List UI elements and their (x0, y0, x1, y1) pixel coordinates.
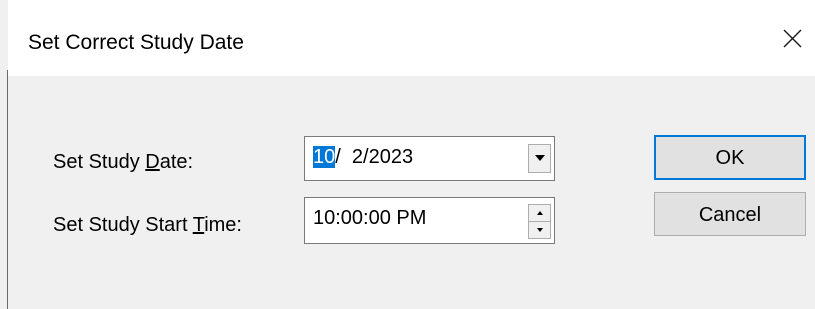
study-start-time-value[interactable]: 10:00:00 PM (313, 207, 426, 230)
spin-up-icon (537, 211, 543, 215)
chevron-down-icon (535, 155, 545, 161)
time-spin-up-button[interactable] (528, 204, 551, 222)
close-button[interactable] (769, 18, 815, 60)
cancel-button[interactable]: Cancel (654, 192, 806, 236)
date-dropdown-button[interactable] (528, 144, 551, 173)
study-date-label: Set Study Date: (53, 151, 194, 173)
time-spin-down-button[interactable] (528, 221, 551, 239)
study-start-time-field[interactable]: 10:00:00 PM (304, 197, 555, 244)
date-rest-segment[interactable]: / 2/2023 (335, 146, 413, 168)
dialog-title: Set Correct Study Date (28, 31, 244, 54)
window-edge (7, 70, 8, 309)
study-date-value[interactable]: 10/ 2/2023 (313, 146, 413, 169)
ok-button[interactable]: OK (654, 135, 806, 180)
study-start-time-label: Set Study Start Time: (53, 214, 242, 236)
set-study-date-dialog: Set Correct Study Date Set Study Date: 1… (0, 0, 815, 309)
study-date-picker[interactable]: 10/ 2/2023 (304, 136, 555, 181)
close-icon (783, 29, 802, 48)
title-bar[interactable]: Set Correct Study Date (8, 0, 815, 76)
date-month-segment[interactable]: 10 (313, 146, 336, 168)
spin-down-icon (537, 228, 543, 232)
